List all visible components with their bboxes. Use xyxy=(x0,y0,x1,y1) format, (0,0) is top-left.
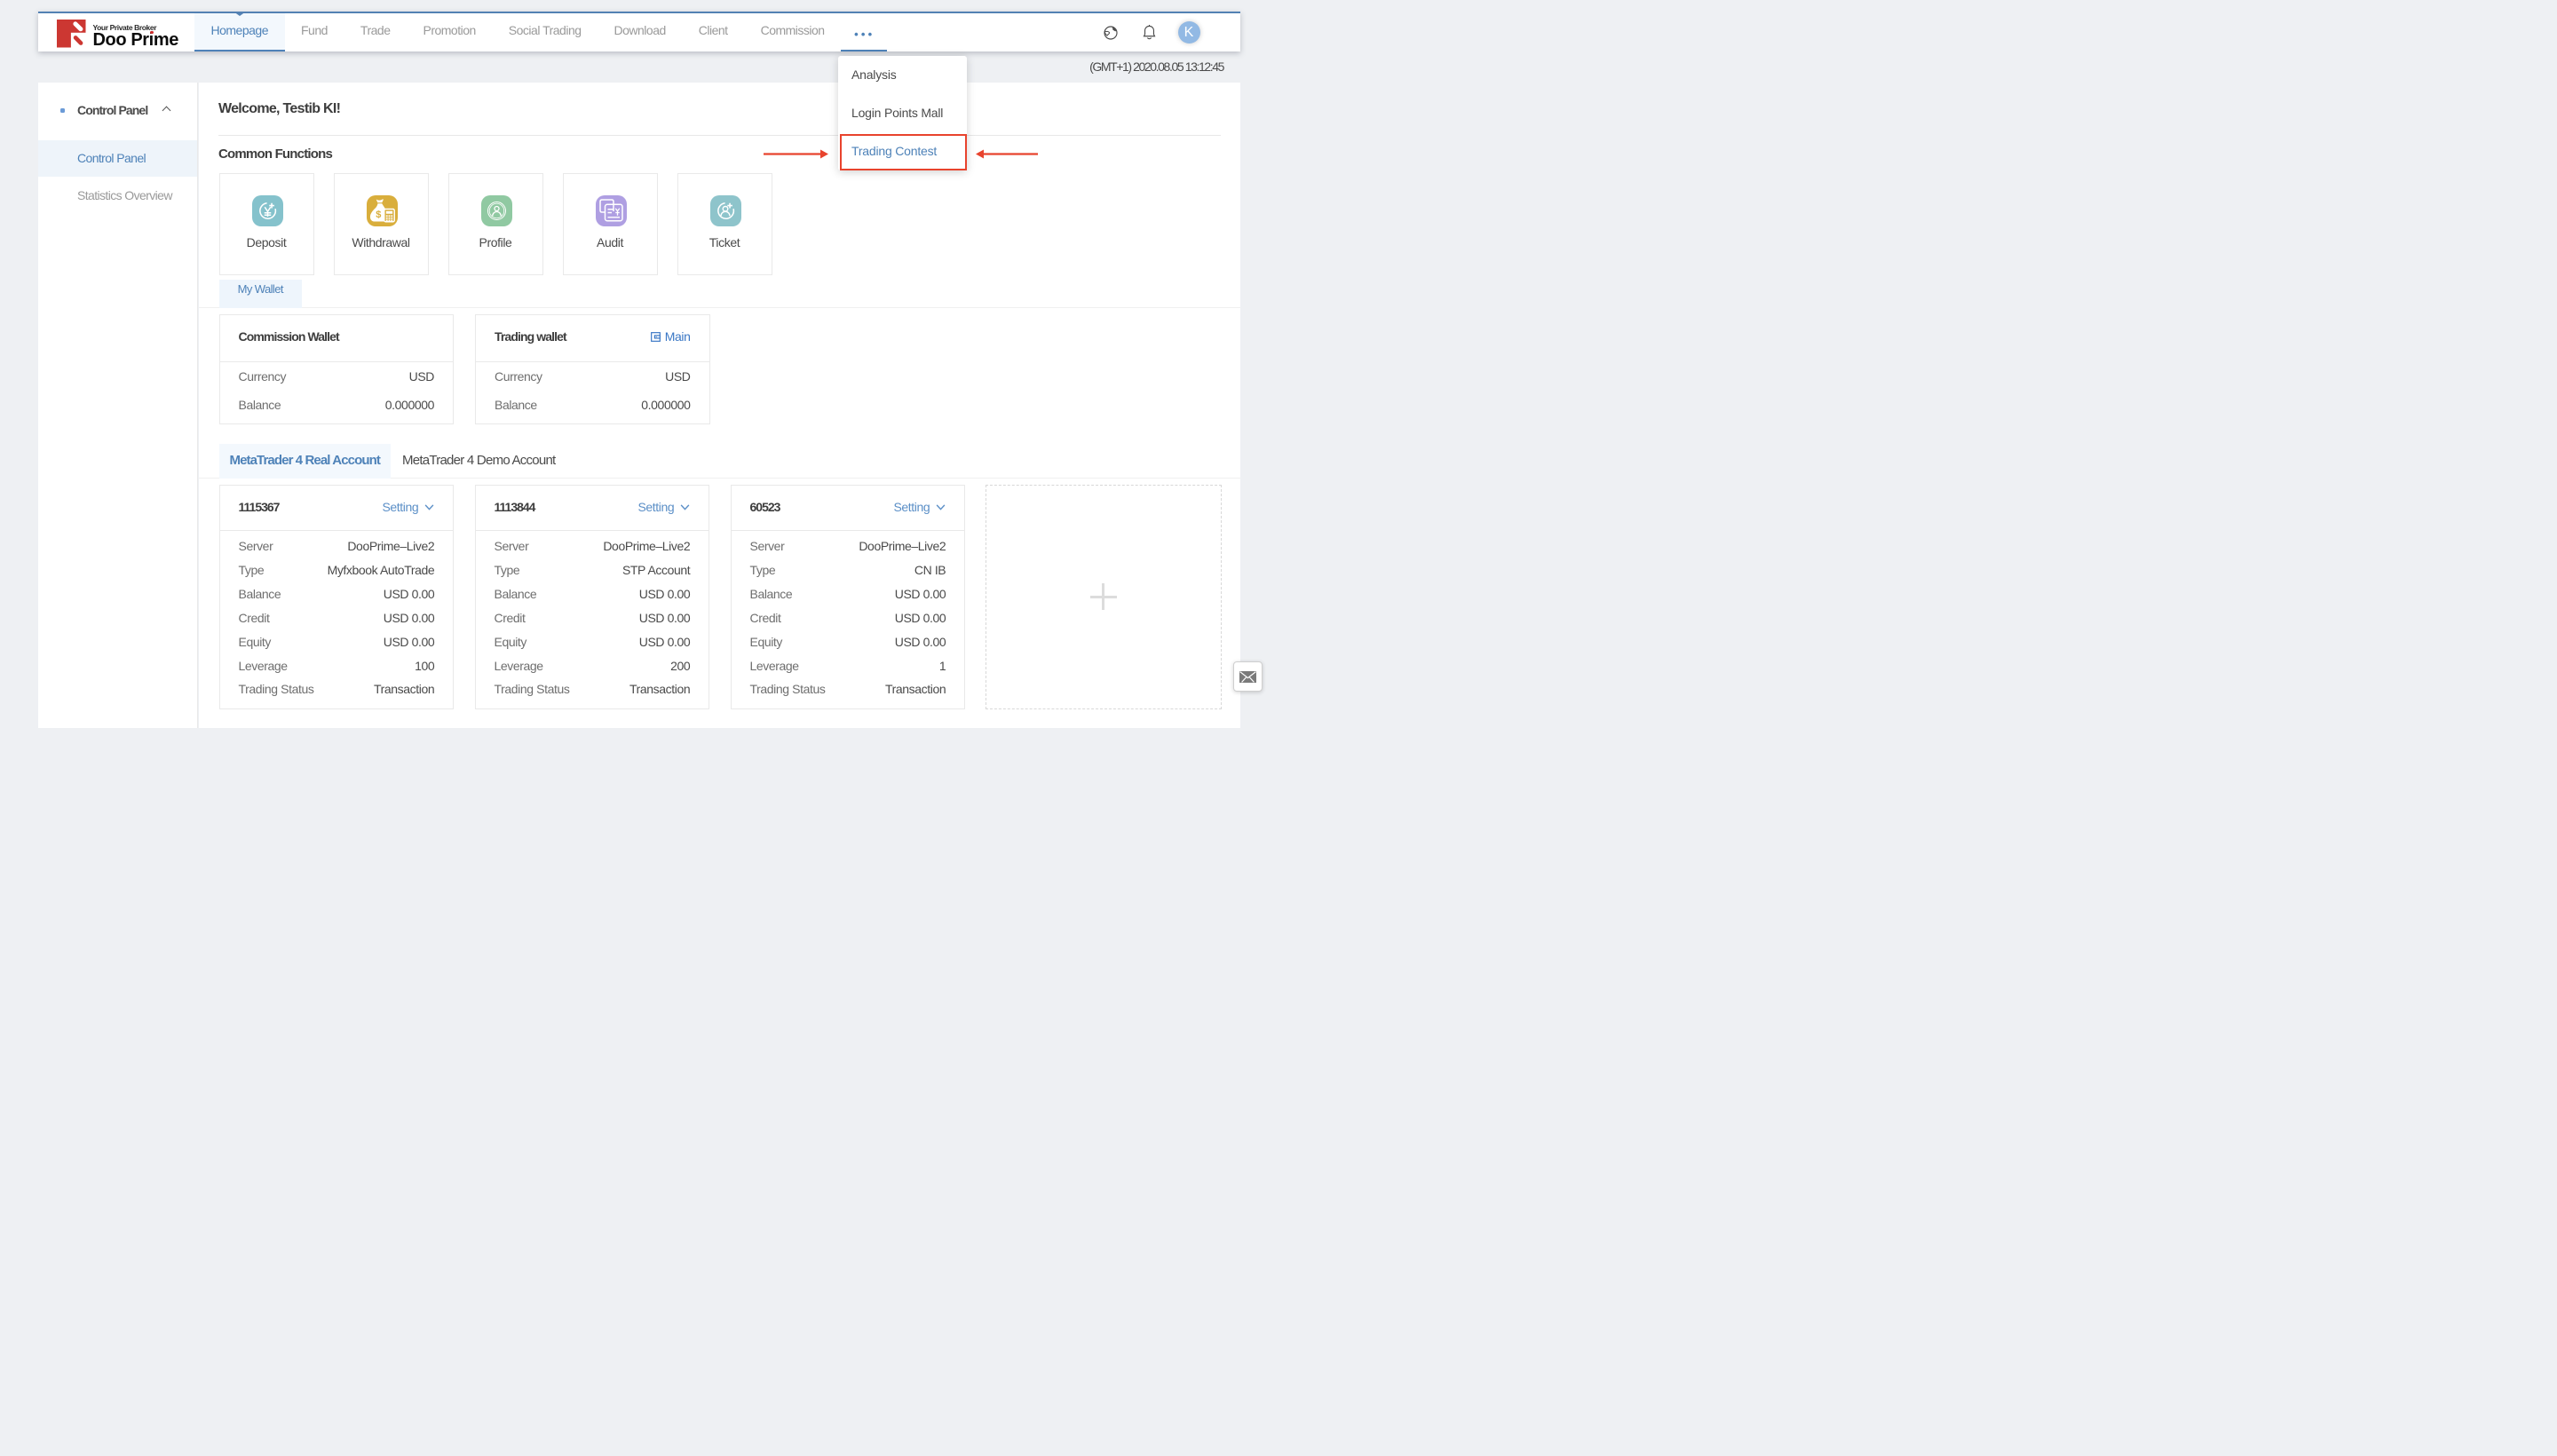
svg-text:$: $ xyxy=(376,209,381,219)
